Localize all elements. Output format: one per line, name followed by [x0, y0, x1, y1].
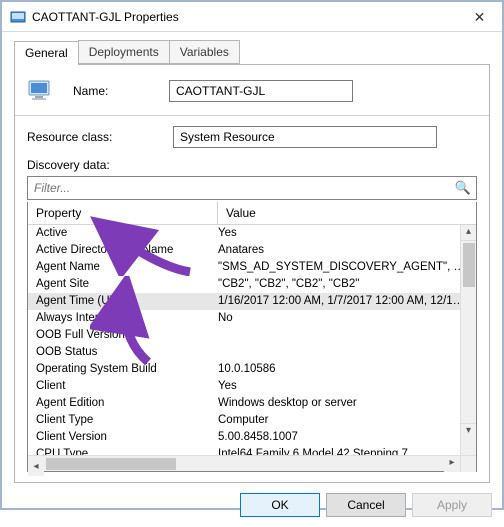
table-row[interactable]: ClientYes	[28, 378, 476, 395]
hscroll-thumb[interactable]	[46, 458, 176, 470]
table-row[interactable]: CPU TypeIntel64 Family 6 Model 42 Steppi…	[28, 446, 476, 455]
search-icon[interactable]: 🔍	[455, 180, 471, 196]
table-row[interactable]: Agent Time (UTC)1/16/2017 12:00 AM, 1/7/…	[28, 293, 476, 310]
scroll-thumb[interactable]	[463, 243, 475, 287]
cell-property: Operating System Build	[28, 361, 218, 378]
vertical-scrollbar[interactable]: ▴ ▾	[460, 225, 476, 455]
cell-value: Computer	[218, 412, 476, 429]
ok-button[interactable]: OK	[240, 493, 320, 517]
tab-strip: General Deployments Variables	[14, 40, 490, 64]
col-property[interactable]: Property	[28, 202, 218, 224]
scroll-right-icon[interactable]: ▸	[444, 456, 460, 472]
filter-input[interactable]	[27, 176, 477, 200]
cell-value: Anatares	[218, 242, 476, 259]
table-row[interactable]: OOB Full Version	[28, 327, 476, 344]
cell-property: Agent Name	[28, 259, 218, 276]
cell-property: Always Internet	[28, 310, 218, 327]
tab-general[interactable]: General	[14, 41, 79, 65]
cell-value: 5.00.8458.1007	[218, 429, 476, 446]
cell-property: Agent Time (UTC)	[28, 293, 218, 310]
table-row[interactable]: Always InternetNo	[28, 310, 476, 327]
cell-property: OOB Status	[28, 344, 218, 361]
discovery-data-label: Discovery data:	[27, 158, 147, 172]
table-row[interactable]: OOB Status	[28, 344, 476, 361]
name-label: Name:	[73, 84, 169, 98]
table-row[interactable]: ActiveYes	[28, 225, 476, 242]
cell-value: Windows desktop or server	[218, 395, 476, 412]
computer-icon	[27, 77, 59, 105]
scroll-down-icon[interactable]: ▾	[461, 423, 476, 439]
apply-button: Apply	[412, 493, 492, 517]
cell-value: "CB2", "CB2", "CB2", "CB2"	[218, 276, 476, 293]
cell-value	[218, 327, 476, 344]
cell-value: Yes	[218, 225, 476, 242]
tab-variables[interactable]: Variables	[169, 40, 240, 64]
window-title: CAOTTANT-GJL Properties	[32, 10, 457, 24]
cell-property: Active Directory Site Name	[28, 242, 218, 259]
table-row[interactable]: Active Directory Site NameAnatares	[28, 242, 476, 259]
cell-property: Client Version	[28, 429, 218, 446]
table-row[interactable]: Agent Site"CB2", "CB2", "CB2", "CB2"	[28, 276, 476, 293]
cell-property: OOB Full Version	[28, 327, 218, 344]
cell-value: 10.0.10586	[218, 361, 476, 378]
table-row[interactable]: Client Version5.00.8458.1007	[28, 429, 476, 446]
cell-property: Agent Edition	[28, 395, 218, 412]
discovery-grid: Property Value ActiveYesActive Directory…	[27, 202, 477, 472]
cell-property: CPU Type	[28, 446, 218, 455]
cell-property: Client Type	[28, 412, 218, 429]
resource-class-label: Resource class:	[27, 130, 173, 144]
cell-property: Active	[28, 225, 218, 242]
cancel-button[interactable]: Cancel	[326, 493, 406, 517]
table-row[interactable]: Agent Name"SMS_AD_SYSTEM_DISCOVERY_AGENT…	[28, 259, 476, 276]
close-button[interactable]: ✕	[457, 3, 502, 31]
col-value[interactable]: Value	[218, 202, 476, 224]
cell-value: "SMS_AD_SYSTEM_DISCOVERY_AGENT", "SMS_A	[218, 259, 476, 276]
resource-class-field[interactable]	[173, 126, 437, 148]
cell-property: Agent Site	[28, 276, 218, 293]
table-row[interactable]: Client TypeComputer	[28, 412, 476, 429]
cell-value: Yes	[218, 378, 476, 395]
divider	[15, 115, 489, 116]
name-field[interactable]	[169, 80, 353, 102]
scroll-left-icon[interactable]: ◂	[28, 460, 44, 476]
table-row[interactable]: Operating System Build10.0.10586	[28, 361, 476, 378]
cell-value: 1/16/2017 12:00 AM, 1/7/2017 12:00 AM, 1…	[218, 293, 476, 310]
tab-deployments[interactable]: Deployments	[78, 40, 170, 64]
cell-value: Intel64 Family 6 Model 42 Stepping 7	[218, 446, 476, 455]
scroll-corner	[460, 456, 476, 472]
table-row[interactable]: Agent EditionWindows desktop or server	[28, 395, 476, 412]
cell-property: Client	[28, 378, 218, 395]
cell-value: No	[218, 310, 476, 327]
cell-value	[218, 344, 476, 361]
horizontal-scrollbar[interactable]: ◂ ▸	[28, 455, 476, 471]
app-icon	[10, 9, 26, 25]
scroll-up-icon[interactable]: ▴	[461, 225, 476, 241]
